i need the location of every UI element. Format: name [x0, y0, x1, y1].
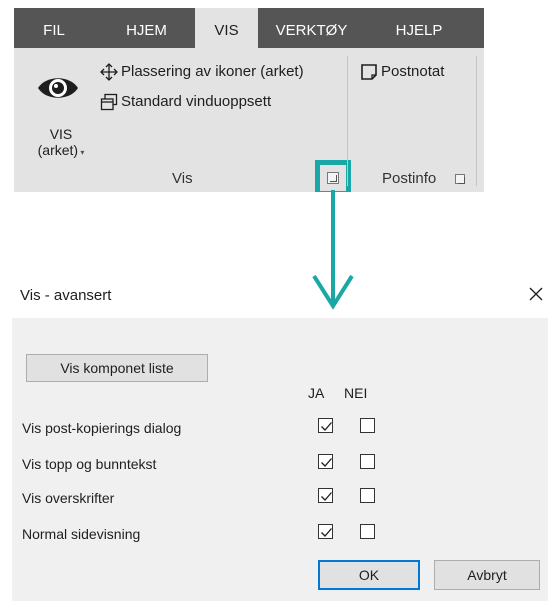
- nei-checkbox-header-footer[interactable]: [360, 454, 375, 469]
- cancel-button[interactable]: Avbryt: [434, 560, 540, 590]
- ribbon-body: VIS (arket) ▾ Plassering av ikoner (arke…: [14, 48, 484, 192]
- ja-checkbox-post-copy[interactable]: [318, 418, 333, 433]
- standard-window-label: Standard vinduoppsett: [121, 93, 272, 110]
- group-separator: [347, 56, 348, 186]
- note-icon: [361, 64, 377, 80]
- vis-dialog-launcher-icon[interactable]: [327, 172, 339, 184]
- ja-checkbox-header-footer[interactable]: [318, 454, 333, 469]
- placement-icons-label: Plassering av ikoner (arket): [121, 63, 304, 80]
- nei-checkbox-normal-view[interactable]: [360, 524, 375, 539]
- tab-fil[interactable]: FIL: [14, 8, 94, 48]
- standard-window-command[interactable]: Standard vinduoppsett: [100, 92, 271, 112]
- ja-checkbox-normal-view[interactable]: [318, 524, 333, 539]
- vis-arket-line1: VIS: [49, 126, 73, 142]
- chevron-down-icon: ▾: [78, 148, 85, 157]
- close-icon[interactable]: [528, 286, 544, 302]
- nei-checkbox-headings[interactable]: [360, 488, 375, 503]
- ribbon-tab-bar: FIL HJEM VIS VERKTØY HJELP: [14, 8, 484, 48]
- vis-arket-label: VIS (arket) ▾: [24, 126, 98, 161]
- placement-icons-command[interactable]: Plassering av ikoner (arket): [100, 62, 304, 82]
- option-label-headings: Vis overskrifter: [22, 490, 115, 506]
- tab-verktoy[interactable]: VERKTØY: [264, 8, 359, 48]
- postinfo-dialog-launcher-icon[interactable]: [455, 174, 465, 184]
- check-icon: [321, 528, 332, 537]
- dialog-title: Vis - avansert: [20, 287, 112, 304]
- down-arrow-icon: [312, 190, 354, 310]
- tab-hjem[interactable]: HJEM: [99, 8, 194, 48]
- ribbon: FIL HJEM VIS VERKTØY HJELP VIS (arket) ▾: [14, 8, 484, 192]
- postinfo-group-label: Postinfo: [382, 170, 437, 187]
- option-label-normal-view: Normal sidevisning: [22, 526, 141, 542]
- check-icon: [321, 458, 332, 467]
- postnotat-label: Postnotat: [381, 63, 445, 80]
- tab-vis[interactable]: VIS: [195, 8, 258, 48]
- option-label-post-copy: Vis post-kopierings dialog: [22, 420, 182, 436]
- column-header-ja: JA: [308, 385, 325, 401]
- ja-checkbox-headings[interactable]: [318, 488, 333, 503]
- check-icon: [321, 492, 332, 501]
- check-icon: [321, 422, 332, 431]
- nei-checkbox-post-copy[interactable]: [360, 418, 375, 433]
- component-list-button[interactable]: Vis komponet liste: [26, 354, 208, 382]
- column-header-nei: NEI: [344, 385, 368, 401]
- option-label-header-footer: Vis topp og bunntekst: [22, 456, 157, 472]
- dialog-body: Vis komponet liste JA NEI Vis post-kopie…: [12, 318, 548, 601]
- vis-group-label: Vis: [172, 170, 193, 187]
- eye-icon: [38, 78, 78, 98]
- move-icon: [100, 63, 118, 81]
- vis-arket-line2: (arket): [37, 142, 79, 158]
- postnotat-command[interactable]: Postnotat: [360, 62, 444, 82]
- tab-hjelp[interactable]: HJELP: [374, 8, 464, 48]
- ok-button[interactable]: OK: [318, 560, 420, 590]
- group-separator: [476, 56, 477, 186]
- windows-icon: [100, 93, 118, 111]
